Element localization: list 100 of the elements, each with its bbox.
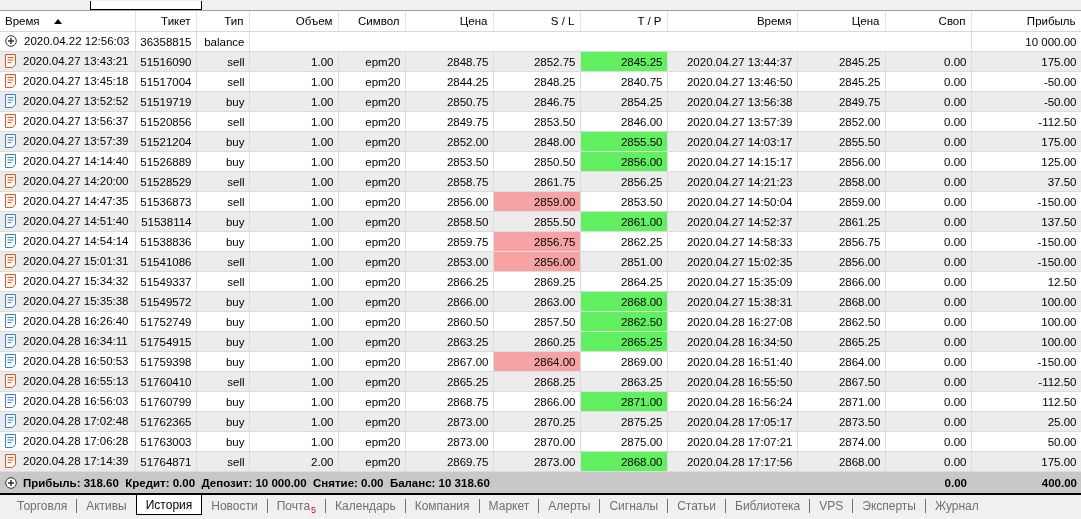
column-header[interactable]: S / L <box>493 11 580 32</box>
table-cell: epm20 <box>338 231 405 252</box>
table-cell: 2848.00 <box>493 131 580 152</box>
column-header[interactable]: Прибыль <box>971 11 1081 32</box>
time-text: 2020.04.28 16:34:11 <box>23 334 128 347</box>
column-header[interactable]: Время <box>0 11 135 32</box>
table-cell: 2861.75 <box>493 171 580 192</box>
profit-total: 400.00 <box>1040 476 1078 489</box>
table-cell: 1.00 <box>249 251 338 272</box>
table-cell: 0.00 <box>885 171 971 192</box>
tab[interactable]: Маркет <box>479 497 539 514</box>
table-cell: 2861.25 <box>797 211 885 232</box>
table-cell: 2020.04.28 16:34:50 <box>667 331 797 352</box>
column-header[interactable]: Тикет <box>135 11 196 32</box>
table-cell: 2851.00 <box>580 251 667 272</box>
chart-tab[interactable] <box>90 1 202 10</box>
table-cell: 2840.75 <box>580 71 667 92</box>
document-icon <box>5 213 16 228</box>
tab[interactable]: Торговля <box>8 497 77 514</box>
table-cell: 2848.25 <box>493 71 580 92</box>
time-text: 2020.04.28 17:14:39 <box>23 454 129 467</box>
tab[interactable]: Сигналы <box>600 497 668 514</box>
table-cell: 1.00 <box>249 151 338 172</box>
table-cell: 2859.00 <box>797 191 885 212</box>
table-cell: 2865.25 <box>405 371 493 392</box>
table-cell: 37.50 <box>971 171 1081 192</box>
table-cell: 2020.04.27 15:38:31 <box>667 291 797 312</box>
tab[interactable]: Календарь <box>326 497 405 514</box>
table-cell: 51760410 <box>135 371 196 392</box>
column-header[interactable]: T / P <box>580 11 667 32</box>
table-cell: 100.00 <box>971 331 1081 352</box>
table-cell: 2852.00 <box>797 111 885 132</box>
column-header[interactable]: Объем <box>249 11 338 32</box>
document-icon <box>5 373 16 388</box>
table-cell: 0.00 <box>885 251 971 272</box>
table-cell: 51760799 <box>135 391 196 412</box>
table-cell: 2020.04.27 14:50:04 <box>667 191 797 212</box>
table-cell: 2845.25 <box>797 71 885 92</box>
column-header[interactable]: Время <box>667 11 797 32</box>
table-cell: 2856.00 <box>797 251 885 272</box>
table-cell: 2869.75 <box>405 451 493 472</box>
tab[interactable]: Активы <box>77 497 136 514</box>
table-cell: 2869.00 <box>580 351 667 372</box>
table-cell: buy <box>196 291 249 312</box>
plus-circle-icon[interactable] <box>5 34 17 47</box>
table-cell: 51528529 <box>135 171 196 192</box>
column-header[interactable]: Цена <box>405 11 493 32</box>
table-cell: 1.00 <box>249 331 338 352</box>
column-header[interactable]: Тип <box>196 11 249 32</box>
table-cell: 0.00 <box>885 311 971 332</box>
table-cell: 0.00 <box>885 51 971 72</box>
tab[interactable]: Журнал <box>926 497 988 514</box>
table-cell: 2853.00 <box>405 251 493 272</box>
table-cell: 2873.00 <box>405 431 493 452</box>
table-cell: 0.00 <box>885 71 971 92</box>
time-text: 2020.04.27 13:45:18 <box>23 74 129 87</box>
table-cell: epm20 <box>338 71 405 92</box>
table-cell: -150.00 <box>971 251 1081 272</box>
table-cell: 2865.25 <box>797 331 885 352</box>
tab[interactable]: Библиотека <box>726 497 810 514</box>
table-cell: sell <box>196 371 249 392</box>
table-cell: 125.00 <box>971 151 1081 172</box>
table-cell: 2020.04.27 14:15:17 <box>667 151 797 172</box>
tab[interactable]: История <box>135 495 203 515</box>
table-cell: 51549572 <box>135 291 196 312</box>
table-cell: 51538114 <box>135 211 196 232</box>
document-icon <box>5 173 16 188</box>
tab[interactable]: Новости <box>202 497 267 514</box>
table-cell: buy <box>196 131 249 152</box>
table-cell: epm20 <box>338 351 405 372</box>
table-cell: 1.00 <box>249 311 338 332</box>
table-cell: 2020.04.28 16:56:24 <box>667 391 797 412</box>
tab[interactable]: VPS <box>810 497 853 514</box>
table-cell: 137.50 <box>971 211 1081 232</box>
table-cell: 2858.00 <box>797 171 885 192</box>
tab[interactable]: Статьи <box>668 497 725 514</box>
table-cell: 51759398 <box>135 351 196 372</box>
table-cell: sell <box>196 451 249 472</box>
table-cell: 1.00 <box>249 231 338 252</box>
table-cell: 0.00 <box>885 331 971 352</box>
table-cell: 2859.75 <box>405 231 493 252</box>
table-cell: -150.00 <box>971 351 1081 372</box>
table-cell: buy <box>196 211 249 232</box>
column-header[interactable]: Символ <box>338 11 405 32</box>
column-header[interactable]: Своп <box>885 11 971 32</box>
time-text: 2020.04.27 14:47:35 <box>23 194 129 207</box>
plus-circle-icon[interactable] <box>5 476 17 489</box>
column-header[interactable]: Цена <box>797 11 885 32</box>
table-cell: 2854.25 <box>580 91 667 112</box>
tab[interactable]: Эксперты <box>853 497 925 514</box>
table-cell: 51517004 <box>135 71 196 92</box>
table-cell: 0.00 <box>885 451 971 472</box>
table-cell: sell <box>196 271 249 292</box>
document-icon <box>5 93 16 108</box>
tab[interactable]: Алерты <box>539 497 600 514</box>
table-cell: 2020.04.27 14:58:33 <box>667 231 797 252</box>
table-cell: 1.00 <box>249 91 338 112</box>
table-cell: 0.00 <box>885 191 971 212</box>
table-cell: balance <box>196 31 249 52</box>
tab[interactable]: Компания <box>405 497 479 514</box>
